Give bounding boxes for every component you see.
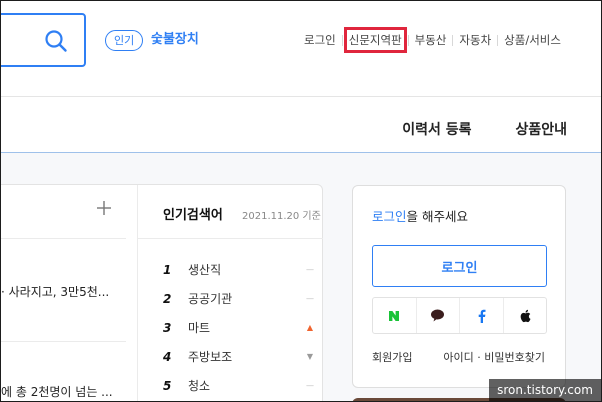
news-divider xyxy=(1,341,126,342)
trend-up-icon: ▲ xyxy=(306,323,314,332)
keyword-item[interactable]: 3 마트 ▲ xyxy=(163,313,315,342)
util-link-login[interactable]: 로그인 xyxy=(304,32,336,48)
naver-icon[interactable] xyxy=(373,298,416,333)
keyword-item[interactable]: 2 공공기관 — xyxy=(163,284,315,313)
util-link-car[interactable]: 자동차 xyxy=(459,32,491,48)
keyword-rank: 4 xyxy=(163,349,172,364)
util-link-products[interactable]: 상품/서비스 xyxy=(504,32,561,48)
apple-icon[interactable] xyxy=(502,298,547,333)
login-prompt-emphasis: 로그인 xyxy=(372,209,407,224)
browser-viewport: 인기 숯불장치 로그인 신문지역판 부동산 자동차 상품/서비스 이력서 등록 … xyxy=(0,0,602,402)
utility-nav: 로그인 신문지역판 부동산 자동차 상품/서비스 xyxy=(304,27,561,53)
keyword-rank: 2 xyxy=(163,291,172,306)
keyword-text: 공공기관 xyxy=(188,292,233,306)
login-prompt-rest: 을 해주세요 xyxy=(406,209,468,224)
popular-badge: 인기 xyxy=(105,30,144,51)
search-icon[interactable] xyxy=(41,27,71,55)
trend-same-icon: — xyxy=(306,381,314,390)
keyword-item[interactable]: 1 생산직 — xyxy=(163,255,315,284)
nav-product-info[interactable]: 상품안내 xyxy=(515,119,567,139)
main-nav: 이력서 등록 상품안내 xyxy=(402,119,567,139)
trend-down-icon: ▼ xyxy=(306,352,314,361)
find-account-link[interactable]: 아이디 · 비밀번호찾기 xyxy=(443,349,545,365)
join-link[interactable]: 회원가입 xyxy=(372,349,412,365)
popular-keyword-link[interactable]: 숯불장치 xyxy=(151,31,199,49)
divider xyxy=(407,34,409,46)
more-plus-icon[interactable] xyxy=(95,199,113,217)
util-link-regional-paper[interactable]: 신문지역판 xyxy=(343,27,407,53)
header-divider xyxy=(1,96,601,97)
divider xyxy=(497,34,499,46)
keyword-text: 마트 xyxy=(188,321,211,335)
keyword-item[interactable]: 4 주방보조 ▼ xyxy=(163,342,315,371)
divider xyxy=(452,34,454,46)
divider xyxy=(341,34,343,46)
keyword-text: 주방보조 xyxy=(188,350,233,364)
login-button[interactable]: 로그인 xyxy=(372,245,547,287)
login-prompt: 로그인을 해주세요 xyxy=(372,206,468,225)
trend-same-icon: — xyxy=(306,294,314,303)
kakaotalk-icon[interactable] xyxy=(415,298,460,333)
keyword-rank: 5 xyxy=(163,378,172,393)
login-panel: 로그인을 해주세요 로그인 회원가입 아이디 · 비밀번호찾기 xyxy=(352,185,566,388)
trend-same-icon: — xyxy=(306,265,314,274)
column-divider xyxy=(137,185,138,401)
popular-keywords-date: 2021.11.20 기준 xyxy=(242,211,321,222)
nav-resume-register[interactable]: 이력서 등록 xyxy=(402,119,471,139)
news-item[interactable]: · 사라지고, 3만5천... xyxy=(1,283,109,300)
news-item[interactable]: 에 총 2천명이 넘는 ... xyxy=(1,383,113,400)
keyword-text: 생산직 xyxy=(188,263,222,277)
keyword-item[interactable]: 5 청소 — xyxy=(163,371,315,400)
keyword-text: 청소 xyxy=(188,379,211,393)
keyword-rank: 1 xyxy=(163,262,172,277)
watermark: sron.tistory.com xyxy=(489,379,601,401)
sns-login-row xyxy=(372,297,547,334)
keyword-rank: 3 xyxy=(163,320,172,335)
keywords-divider xyxy=(138,238,323,239)
popular-keywords-title: 인기검색어 xyxy=(163,208,223,223)
popular-keywords-list: 1 생산직 — 2 공공기관 — 3 마트 ▲ 4 주방보조 ▼ 5 청소 — xyxy=(163,255,315,400)
facebook-icon[interactable] xyxy=(459,298,503,333)
util-link-real-estate[interactable]: 부동산 xyxy=(415,32,447,48)
news-divider xyxy=(1,238,126,239)
